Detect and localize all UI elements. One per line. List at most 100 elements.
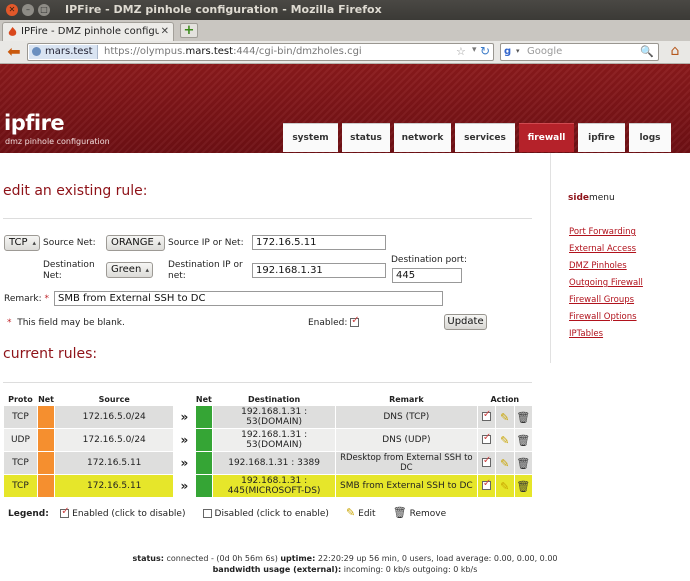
google-engine-icon[interactable]: g [504, 46, 511, 57]
nav-tab-network[interactable]: network [394, 123, 451, 152]
forward-arrow-icon: » [173, 451, 196, 475]
destination-net-label-line2: Net: [43, 271, 62, 281]
sidemenu-link-iptables[interactable]: IPTables [569, 329, 603, 339]
source-net-color [36, 451, 56, 475]
rule-remark: DNS (TCP) [335, 405, 478, 429]
rule-destination: 192.168.1.31 :445(MICROSOFT-DS) [212, 474, 337, 498]
search-bar[interactable]: g ▾ Google 🔍 [500, 43, 659, 61]
ipfire-favicon-icon [8, 27, 17, 36]
destination-ip-label: Destination IP or net: [168, 260, 243, 282]
bandwidth-line: bandwidth usage (external): incoming: 0 … [0, 564, 690, 575]
window-maximize-button[interactable]: □ [38, 4, 50, 16]
sidemenu-link-outgoing-firewall[interactable]: Outgoing Firewall [569, 278, 643, 288]
edit-pencil-icon[interactable]: ✎ [500, 457, 509, 470]
url-text[interactable]: https://olympus.mars.test:444/cgi-bin/dm… [104, 46, 362, 57]
column-header-proto: Proto [8, 394, 33, 404]
destination-net-select[interactable]: Green ▴ [106, 262, 153, 278]
legend-enabled-text: Enabled (click to disable) [72, 509, 186, 519]
column-header-source: Source [98, 394, 130, 404]
browser-navigation-bar: ⬅ mars.test https://olympus.mars.test:44… [0, 41, 690, 64]
browser-tab-strip: IPFire - DMZ pinhole configura... ✕ + [0, 20, 690, 42]
legend-edit-pencil-icon: ✎ [346, 506, 356, 519]
update-button[interactable]: Update [444, 314, 487, 330]
rule-enabled-checkbox-icon[interactable] [481, 455, 491, 467]
rule-enabled-checkbox-icon[interactable] [481, 432, 491, 444]
remark-input[interactable]: SMB from External SSH to DC [54, 291, 443, 306]
rule-destination: 192.168.1.31 : 53(DOMAIN) [212, 428, 337, 452]
protocol-select[interactable]: TCP ▴ [4, 235, 40, 251]
rule-proto: UDP [3, 428, 38, 452]
rule-proto: TCP [3, 474, 38, 498]
url-suffix: :444/cgi-bin/dmzholes.cgi [233, 46, 362, 57]
nav-tab-ipfire[interactable]: ipfire [578, 123, 625, 152]
window-close-button[interactable]: ✕ [6, 4, 18, 16]
destination-net-select-value: Green [111, 264, 142, 275]
edit-pencil-icon[interactable]: ✎ [500, 434, 509, 447]
sidemenu-link-dmz-pinholes[interactable]: DMZ Pinholes [569, 261, 627, 271]
enabled-checkbox[interactable] [350, 315, 360, 327]
window-minimize-button[interactable]: – [22, 4, 34, 16]
trash-icon[interactable]: 🗑 [516, 457, 530, 470]
column-header-net2: Net [195, 394, 212, 404]
rule-source: 172.16.5.11 [54, 451, 175, 475]
url-host: mars.test [185, 46, 234, 57]
rule-destination: 192.168.1.31 : 3389 [212, 451, 337, 475]
main-nav-tabs: system status network services firewall … [283, 123, 675, 152]
column-header-arrows [174, 393, 196, 406]
required-mark: * [7, 318, 12, 328]
browser-tab[interactable]: IPFire - DMZ pinhole configura... ✕ [2, 22, 174, 41]
nav-tab-logs[interactable]: logs [629, 123, 671, 152]
side-menu-title: sidemenu [568, 193, 615, 203]
bookmark-star-icon[interactable]: ☆ [456, 45, 466, 58]
destination-net-color [194, 474, 214, 498]
sidemenu-link-firewall-groups[interactable]: Firewall Groups [569, 295, 634, 305]
source-ip-input[interactable]: 172.16.5.11 [252, 235, 386, 250]
sidemenu-link-firewall-options[interactable]: Firewall Options [569, 312, 637, 322]
rule-remark: SMB from External SSH to DC [335, 474, 478, 498]
nav-tab-services[interactable]: services [455, 123, 515, 152]
window-controls: ✕ – □ [6, 4, 50, 16]
search-icon[interactable]: 🔍 [640, 45, 654, 58]
destination-port-input[interactable]: 445 [392, 268, 462, 283]
table-row: TCP 172.16.5.0/24 » 192.168.1.31 : 53(DO… [3, 405, 533, 429]
sidemenu-link-port-forwarding[interactable]: Port Forwarding [569, 227, 636, 237]
toggle-enabled-cell [476, 451, 497, 475]
enabled-label: Enabled: [308, 318, 348, 328]
rule-enabled-checkbox-icon[interactable] [481, 409, 491, 421]
reload-icon[interactable]: ↻ [480, 44, 490, 58]
bandwidth-text: incoming: 0 kb/s outgoing: 0 kb/s [343, 565, 478, 574]
status-footer: status: connected - (0d 0h 56m 6s) uptim… [0, 553, 690, 575]
ipfire-logo[interactable]: ipfire [4, 111, 65, 135]
url-history-dropdown-icon[interactable]: ▾ [472, 45, 477, 55]
rule-enabled-checkbox-icon[interactable] [481, 478, 491, 490]
divider [3, 218, 532, 219]
nav-tab-status[interactable]: status [342, 123, 390, 152]
home-icon[interactable]: ⌂ [664, 43, 686, 61]
destination-ip-input[interactable]: 192.168.1.31 [252, 263, 386, 278]
sidemenu-link-external-access[interactable]: External Access [569, 244, 636, 254]
rule-destination-line1: 192.168.1.31 : [241, 476, 308, 486]
trash-icon[interactable]: 🗑 [516, 480, 530, 493]
new-tab-button[interactable]: + [180, 23, 198, 38]
edit-pencil-icon[interactable]: ✎ [500, 480, 509, 493]
edit-pencil-icon[interactable]: ✎ [500, 411, 509, 424]
remove-cell: 🗑 [513, 451, 533, 475]
search-engine-dropdown-icon[interactable]: ▾ [516, 47, 520, 55]
status-line: status: connected - (0d 0h 56m 6s) uptim… [0, 553, 690, 564]
site-identity-button[interactable]: mars.test [29, 45, 98, 59]
column-header-destination: Destination [247, 394, 301, 404]
bandwidth-label: bandwidth usage (external): [212, 565, 342, 574]
back-arrow-icon[interactable]: ⬅ [4, 43, 24, 61]
source-net-select[interactable]: ORANGE ▴ [106, 235, 165, 251]
destination-port-label: Destination port: [391, 255, 467, 265]
nav-tab-firewall[interactable]: firewall [519, 123, 574, 152]
trash-icon[interactable]: 🗑 [516, 434, 530, 447]
window-titlebar: ✕ – □ IPFire - DMZ pinhole configuration… [0, 0, 690, 20]
nav-tab-system[interactable]: system [283, 123, 338, 152]
url-bar[interactable]: mars.test https://olympus.mars.test:444/… [27, 43, 494, 61]
tab-close-icon[interactable]: ✕ [161, 26, 169, 37]
legend-enabled-checkbox-icon [60, 506, 70, 518]
trash-icon[interactable]: 🗑 [516, 411, 530, 424]
table-row-selected: TCP 172.16.5.11 » 192.168.1.31 :445(MICR… [3, 474, 533, 498]
source-net-color [36, 405, 56, 429]
